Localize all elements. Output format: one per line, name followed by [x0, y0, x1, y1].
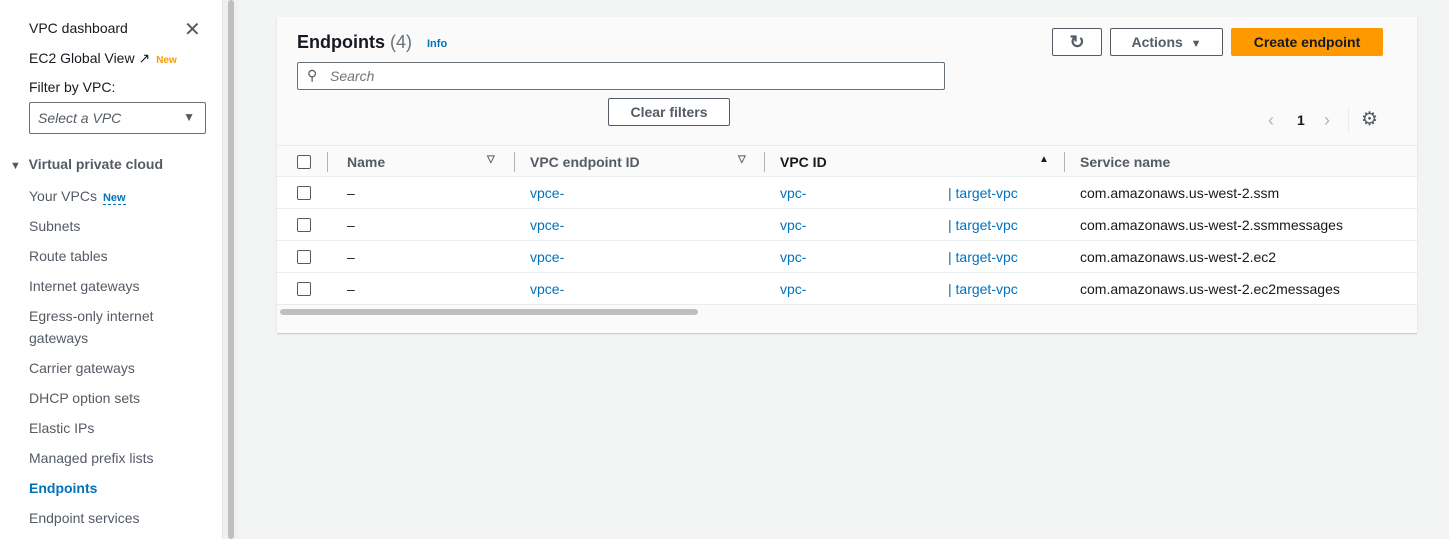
vpc-name-link[interactable]: | target-vpc — [948, 217, 1018, 233]
column-divider[interactable] — [514, 152, 515, 172]
column-divider[interactable] — [764, 152, 765, 172]
title-text: Endpoints — [297, 32, 385, 52]
table-row[interactable]: – vpce-vpc- | target-vpc com.amazonaws.us-w… — [277, 177, 1417, 209]
sort-ascending-icon[interactable]: ▲ — [1039, 154, 1049, 165]
select-placeholder: Select a VPC — [38, 110, 122, 126]
vpc-id-link[interactable]: vpc- — [780, 281, 806, 297]
nav-egress-only-gateways[interactable]: Egress-only internet gateways — [29, 305, 179, 349]
caret-down-icon: ▼ — [183, 110, 195, 124]
nav-label: VPC dashboard — [29, 20, 128, 36]
nav-endpoint-services[interactable]: Endpoint services — [29, 510, 140, 526]
cell-service-name: com.amazonaws.us-west-2.ssmmessages — [1080, 217, 1343, 233]
sidebar-scrollbar[interactable] — [222, 0, 238, 539]
vpc-name-link[interactable]: | target-vpc — [948, 281, 1018, 297]
table-row[interactable]: – vpce-vpc- | target-vpc com.amazonaws.us-w… — [277, 273, 1417, 305]
cell-name: – — [347, 185, 355, 201]
sort-icon[interactable]: ▽ — [487, 154, 495, 165]
vpc-id-link[interactable]: vpc- — [780, 217, 806, 233]
new-badge[interactable]: New — [102, 192, 126, 205]
close-icon[interactable]: ✕ — [184, 17, 201, 42]
pager-divider — [1348, 107, 1349, 133]
nav-label: EC2 Global View — [29, 50, 135, 66]
search-input[interactable] — [330, 68, 930, 84]
horizontal-scrollbar[interactable] — [280, 309, 698, 315]
external-link-icon: ↗ — [138, 50, 151, 66]
vpc-id-link[interactable]: vpc- — [780, 249, 806, 265]
nav-internet-gateways[interactable]: Internet gateways — [29, 278, 140, 294]
search-field[interactable]: ⚲ — [297, 62, 945, 90]
page-number[interactable]: 1 — [1297, 112, 1305, 128]
endpoint-id-link[interactable]: vpce- — [530, 217, 564, 233]
page-title: Endpoints (4) — [297, 32, 412, 53]
nav-subnets[interactable]: Subnets — [29, 218, 80, 234]
prev-page-icon[interactable]: ‹ — [1268, 110, 1274, 131]
actions-label: Actions — [1131, 34, 1183, 50]
section-label: Virtual private cloud — [28, 156, 164, 172]
column-header-endpoint-id[interactable]: VPC endpoint ID — [530, 154, 640, 170]
endpoint-count: (4) — [390, 32, 413, 52]
refresh-icon: ↻ — [1069, 32, 1085, 52]
cell-name: – — [347, 281, 355, 297]
caret-down-icon: ▼ — [1190, 38, 1202, 50]
actions-button[interactable]: Actions ▼ — [1110, 28, 1223, 56]
table-row[interactable]: – vpce-vpc- | target-vpc com.amazonaws.us-w… — [277, 241, 1417, 273]
vpc-id-link[interactable]: vpc- — [780, 185, 806, 201]
cell-service-name: com.amazonaws.us-west-2.ssm — [1080, 185, 1280, 201]
vpc-name-link[interactable]: | target-vpc — [948, 185, 1018, 201]
endpoint-id-link[interactable]: vpce- — [530, 281, 564, 297]
column-header-service-name[interactable]: Service name — [1080, 154, 1170, 170]
row-checkbox[interactable] — [297, 282, 311, 296]
nav-ec2-global-view[interactable]: EC2 Global View ↗ New — [29, 50, 177, 67]
vpc-select[interactable]: Select a VPC ▼ — [29, 102, 206, 134]
sort-icon[interactable]: ▽ — [738, 154, 746, 165]
filter-label: Filter by VPC: — [29, 79, 116, 95]
table-header: Name ▽ VPC endpoint ID ▽ VPC ID ▲ Servic… — [277, 145, 1417, 177]
nav-route-tables[interactable]: Route tables — [29, 248, 108, 264]
nav-managed-prefix-lists[interactable]: Managed prefix lists — [29, 450, 154, 466]
new-badge: New — [156, 55, 177, 66]
cell-service-name: com.amazonaws.us-west-2.ec2messages — [1080, 281, 1340, 297]
endpoint-id-link[interactable]: vpce- — [530, 185, 564, 201]
cell-name: – — [347, 217, 355, 233]
nav-elastic-ips[interactable]: Elastic IPs — [29, 420, 94, 436]
settings-gear-icon[interactable]: ⚙ — [1361, 108, 1378, 131]
endpoint-id-link[interactable]: vpce- — [530, 249, 564, 265]
column-header-vpc-id[interactable]: VPC ID — [780, 154, 827, 170]
cell-name: – — [347, 249, 355, 265]
scrollbar-thumb[interactable] — [228, 0, 234, 539]
endpoints-panel: Endpoints (4) Info ↻ Actions ▼ Create en… — [277, 17, 1417, 333]
row-checkbox[interactable] — [297, 250, 311, 264]
create-endpoint-button[interactable]: Create endpoint — [1231, 28, 1383, 56]
nav-carrier-gateways[interactable]: Carrier gateways — [29, 360, 135, 376]
nav-dhcp-option-sets[interactable]: DHCP option sets — [29, 390, 140, 406]
endpoints-table: Name ▽ VPC endpoint ID ▽ VPC ID ▲ Servic… — [277, 145, 1417, 305]
row-checkbox[interactable] — [297, 186, 311, 200]
search-icon: ⚲ — [307, 67, 318, 83]
column-divider[interactable] — [1064, 152, 1065, 172]
refresh-button[interactable]: ↻ — [1052, 28, 1102, 56]
caret-down-icon: ▼ — [10, 160, 21, 172]
clear-filters-button[interactable]: Clear filters — [608, 98, 730, 126]
nav-your-vpcs[interactable]: Your VPCs New — [29, 188, 126, 205]
select-all-checkbox[interactable] — [297, 155, 311, 169]
cell-service-name: com.amazonaws.us-west-2.ec2 — [1080, 249, 1277, 265]
row-checkbox[interactable] — [297, 218, 311, 232]
column-header-name[interactable]: Name — [347, 154, 385, 170]
section-virtual-private-cloud[interactable]: ▼ Virtual private cloud — [10, 156, 163, 172]
sidebar: VPC dashboard ✕ EC2 Global View ↗ New Fil… — [0, 0, 222, 539]
nav-label: Your VPCs — [29, 188, 97, 204]
vpc-name-link[interactable]: | target-vpc — [948, 249, 1018, 265]
nav-endpoints[interactable]: Endpoints — [29, 480, 97, 496]
next-page-icon[interactable]: › — [1324, 110, 1330, 131]
nav-vpc-dashboard[interactable]: VPC dashboard — [29, 20, 128, 36]
table-row[interactable]: – vpce-vpc- | target-vpc com.amazonaws.us-w… — [277, 209, 1417, 241]
info-link[interactable]: Info — [427, 38, 447, 50]
column-divider — [327, 152, 328, 172]
